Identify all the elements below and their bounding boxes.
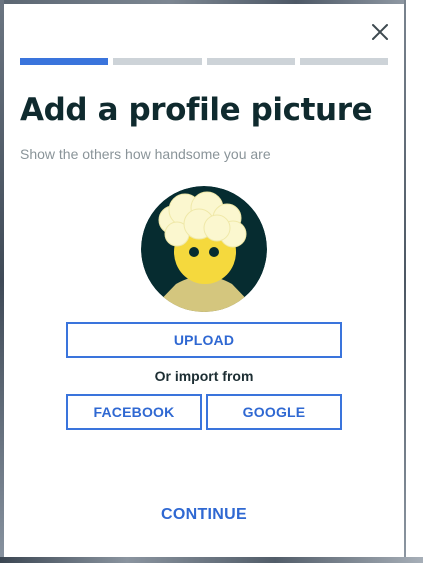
close-button[interactable] [368,20,392,44]
dialog-title: Add a profile picture [20,92,373,128]
google-import-button[interactable]: GOOGLE [206,394,342,430]
close-icon [372,24,388,40]
continue-button[interactable]: CONTINUE [4,506,404,524]
backdrop-bottom [0,557,423,563]
profile-picture-dialog: Add a profile picture Show the others ho… [4,4,404,557]
progress-step-2 [113,58,202,65]
user-avatar-illustration [141,186,267,312]
progress-step-1 [20,58,109,65]
facebook-import-button[interactable]: FACEBOOK [66,394,202,430]
progress-step-4 [299,58,388,65]
step-progress [20,58,388,65]
dialog-subtitle: Show the others how handsome you are [20,146,271,162]
backdrop-right [404,0,423,563]
progress-step-3 [206,58,295,65]
import-label: Or import from [154,368,254,384]
avatar [141,186,267,312]
upload-button[interactable]: UPLOAD [66,322,342,358]
avatar-right-eye [209,247,219,257]
avatar-left-eye [189,247,199,257]
